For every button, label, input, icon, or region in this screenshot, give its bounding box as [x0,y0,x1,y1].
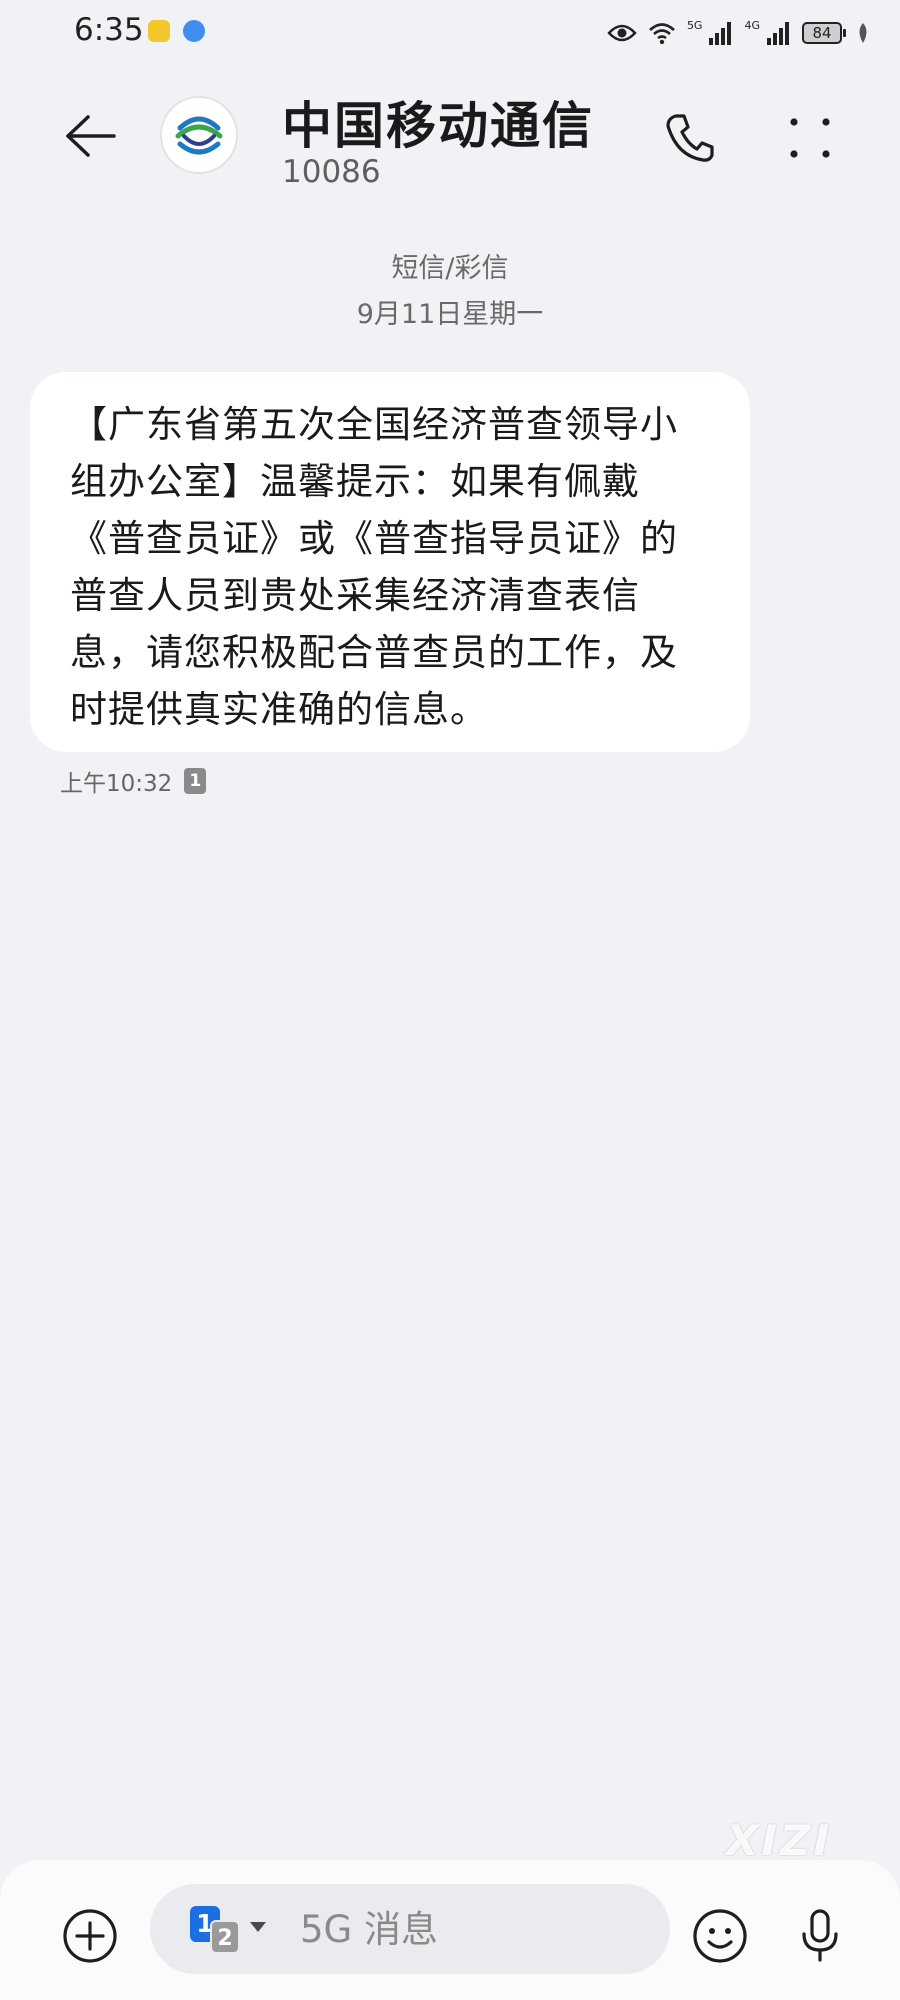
message-meta: 上午10:32 1 [60,764,207,798]
composer-bar: 1 2 [0,1860,900,2000]
contact-name: 中国移动通信 [282,97,594,155]
status-icons: 5G 4G 84 [607,16,870,50]
network-4g-label: 4G [744,18,760,32]
conversation-header: 中国移动通信 10086 [0,66,900,216]
status-time: 6:35 [74,12,144,48]
message-bubble[interactable]: 【广东省第五次全国经济普查领导小 组办公室】温馨提示：如果有佩戴 《普查员证》或… [30,372,750,752]
chevron-down-icon [250,1922,266,1932]
contact-number: 10086 [282,154,381,190]
sim-selector[interactable]: 1 2 [190,1906,266,1954]
contact-avatar[interactable] [160,96,238,174]
battery-icon: 84 [802,22,846,44]
back-arrow-icon [66,115,116,157]
status-bar: 6:35 5G 4G 84 [0,0,900,66]
sim2-icon: 2 [210,1920,240,1954]
call-button[interactable] [656,106,724,170]
back-button[interactable] [56,104,124,168]
microphone-icon [802,1909,838,1962]
message-input-container[interactable]: 1 2 [150,1884,670,1974]
signal-icon [766,21,792,45]
message-input[interactable] [300,1904,640,1954]
message-text: 【广东省第五次全国经济普查领导小 组办公室】温馨提示：如果有佩戴 《普查员证》或… [70,403,678,731]
more-dots-icon [790,118,830,158]
signal-icon [708,21,734,45]
eye-icon [607,23,637,43]
phone-icon [666,114,714,162]
leaf-icon [856,22,870,44]
wifi-icon [647,21,677,45]
emoji-button[interactable] [686,1902,754,1970]
notification-app-icon [148,20,170,42]
emoji-icon [693,1909,747,1963]
message-type-label: 短信/彩信 [391,253,509,284]
network-5g-label: 5G [686,18,703,32]
watermark: XIZI [726,1816,833,1865]
china-mobile-logo [175,116,223,155]
add-attachment-button[interactable] [56,1902,124,1970]
voice-input-button[interactable] [786,1902,854,1970]
notification-app-icon [183,20,205,42]
message-time: 上午10:32 [60,771,173,797]
add-icon [63,1909,117,1963]
date-divider: 9月11日星期一 [356,299,544,330]
more-options-button[interactable] [776,106,844,170]
sim-card-icon: 1 [184,768,207,794]
